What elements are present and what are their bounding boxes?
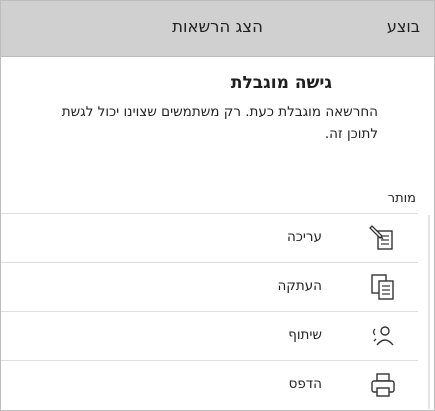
restricted-access-message: גישה מוגבלת החרשאה מוגבלת כעת. רק משתמשי… bbox=[1, 57, 434, 202]
scrollbar[interactable] bbox=[428, 215, 430, 409]
header-bar: הצג הרשאות בוצע bbox=[1, 1, 434, 57]
page-title: הצג הרשאות bbox=[172, 17, 263, 36]
permission-row-copy[interactable]: העתקה bbox=[1, 263, 418, 311]
print-icon bbox=[371, 373, 395, 397]
allowed-section-label: מותר bbox=[387, 191, 416, 206]
permission-label-edit: עריכה bbox=[286, 229, 322, 245]
permission-label-share: שיתוף bbox=[288, 327, 322, 343]
permission-row-share[interactable]: שיתוף bbox=[1, 312, 418, 360]
permissions-panel: הצג הרשאות בוצע גישה מוגבלת החרשאה מוגבל… bbox=[0, 0, 435, 411]
copy-icon bbox=[371, 274, 394, 300]
share-icon bbox=[372, 326, 394, 346]
message-body: החרשאה מוגבלת כעת. רק משתמשים שצוינו יכו… bbox=[61, 104, 378, 142]
permission-row-edit[interactable]: עריכה bbox=[1, 214, 418, 262]
permission-label-copy: העתקה bbox=[277, 278, 322, 294]
message-title: גישה מוגבלת bbox=[230, 73, 332, 93]
edit-icon bbox=[369, 225, 393, 250]
permission-row-print[interactable]: הדפס bbox=[1, 361, 418, 409]
permission-label-print: הדפס bbox=[288, 376, 322, 392]
done-button[interactable]: בוצע bbox=[387, 17, 420, 36]
